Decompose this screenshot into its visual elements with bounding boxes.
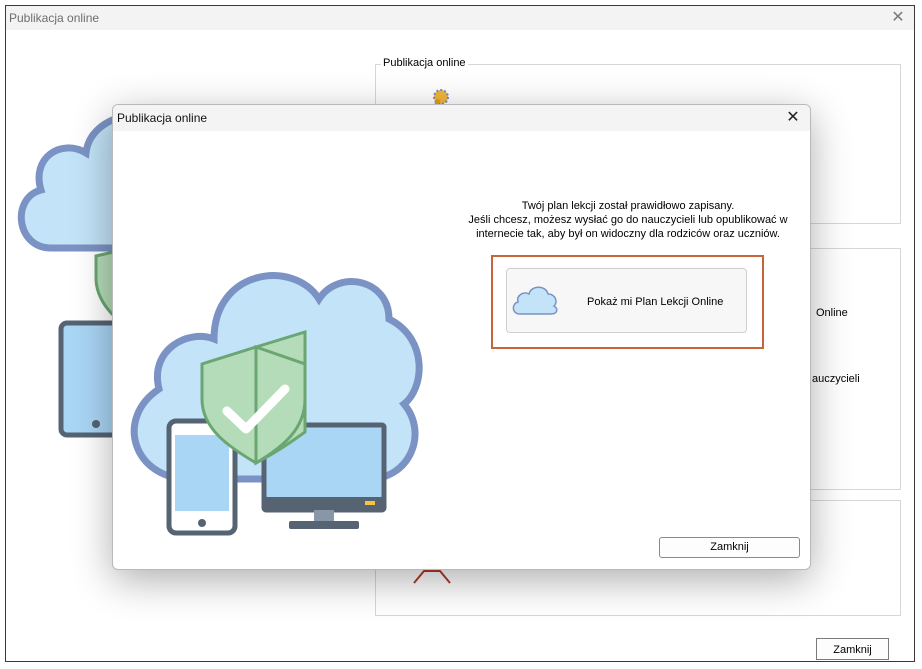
show-online-plan-button[interactable]: Pokaż mi Plan Lekcji Online xyxy=(506,268,747,333)
dialog-titlebar: Publikacja online ✕ xyxy=(113,105,810,131)
cloud-icon xyxy=(512,286,558,315)
message-line-3: internecie tak, aby był on widoczny dla … xyxy=(476,228,780,240)
background-option-label-online: Online xyxy=(816,307,848,319)
background-close-icon[interactable]: ✕ xyxy=(888,8,908,28)
message-line-1: Twój plan lekcji został prawidłowo zapis… xyxy=(521,200,735,212)
dialog-title: Publikacja online xyxy=(117,111,208,125)
close-button[interactable]: Zamknij xyxy=(659,537,800,558)
background-close-button[interactable]: Zamknij xyxy=(816,638,889,660)
background-titlebar: Publikacja online ✕ xyxy=(6,6,914,30)
background-option-label-teachers: auczycieli xyxy=(812,373,860,385)
publish-dialog: Publikacja online ✕ Twój plan lekcji zos… xyxy=(112,104,811,570)
show-online-plan-label: Pokaż mi Plan Lekcji Online xyxy=(587,296,724,308)
dialog-message: Twój plan lekcji został prawidłowo zapis… xyxy=(463,199,793,241)
background-window-title: Publikacja online xyxy=(9,11,100,25)
message-line-2: Jeśli chcesz, możesz wysłać go do nauczy… xyxy=(468,214,788,226)
cloud-illustration xyxy=(130,272,423,536)
close-icon[interactable]: ✕ xyxy=(784,108,802,128)
background-group-title: Publikacja online xyxy=(381,57,468,69)
